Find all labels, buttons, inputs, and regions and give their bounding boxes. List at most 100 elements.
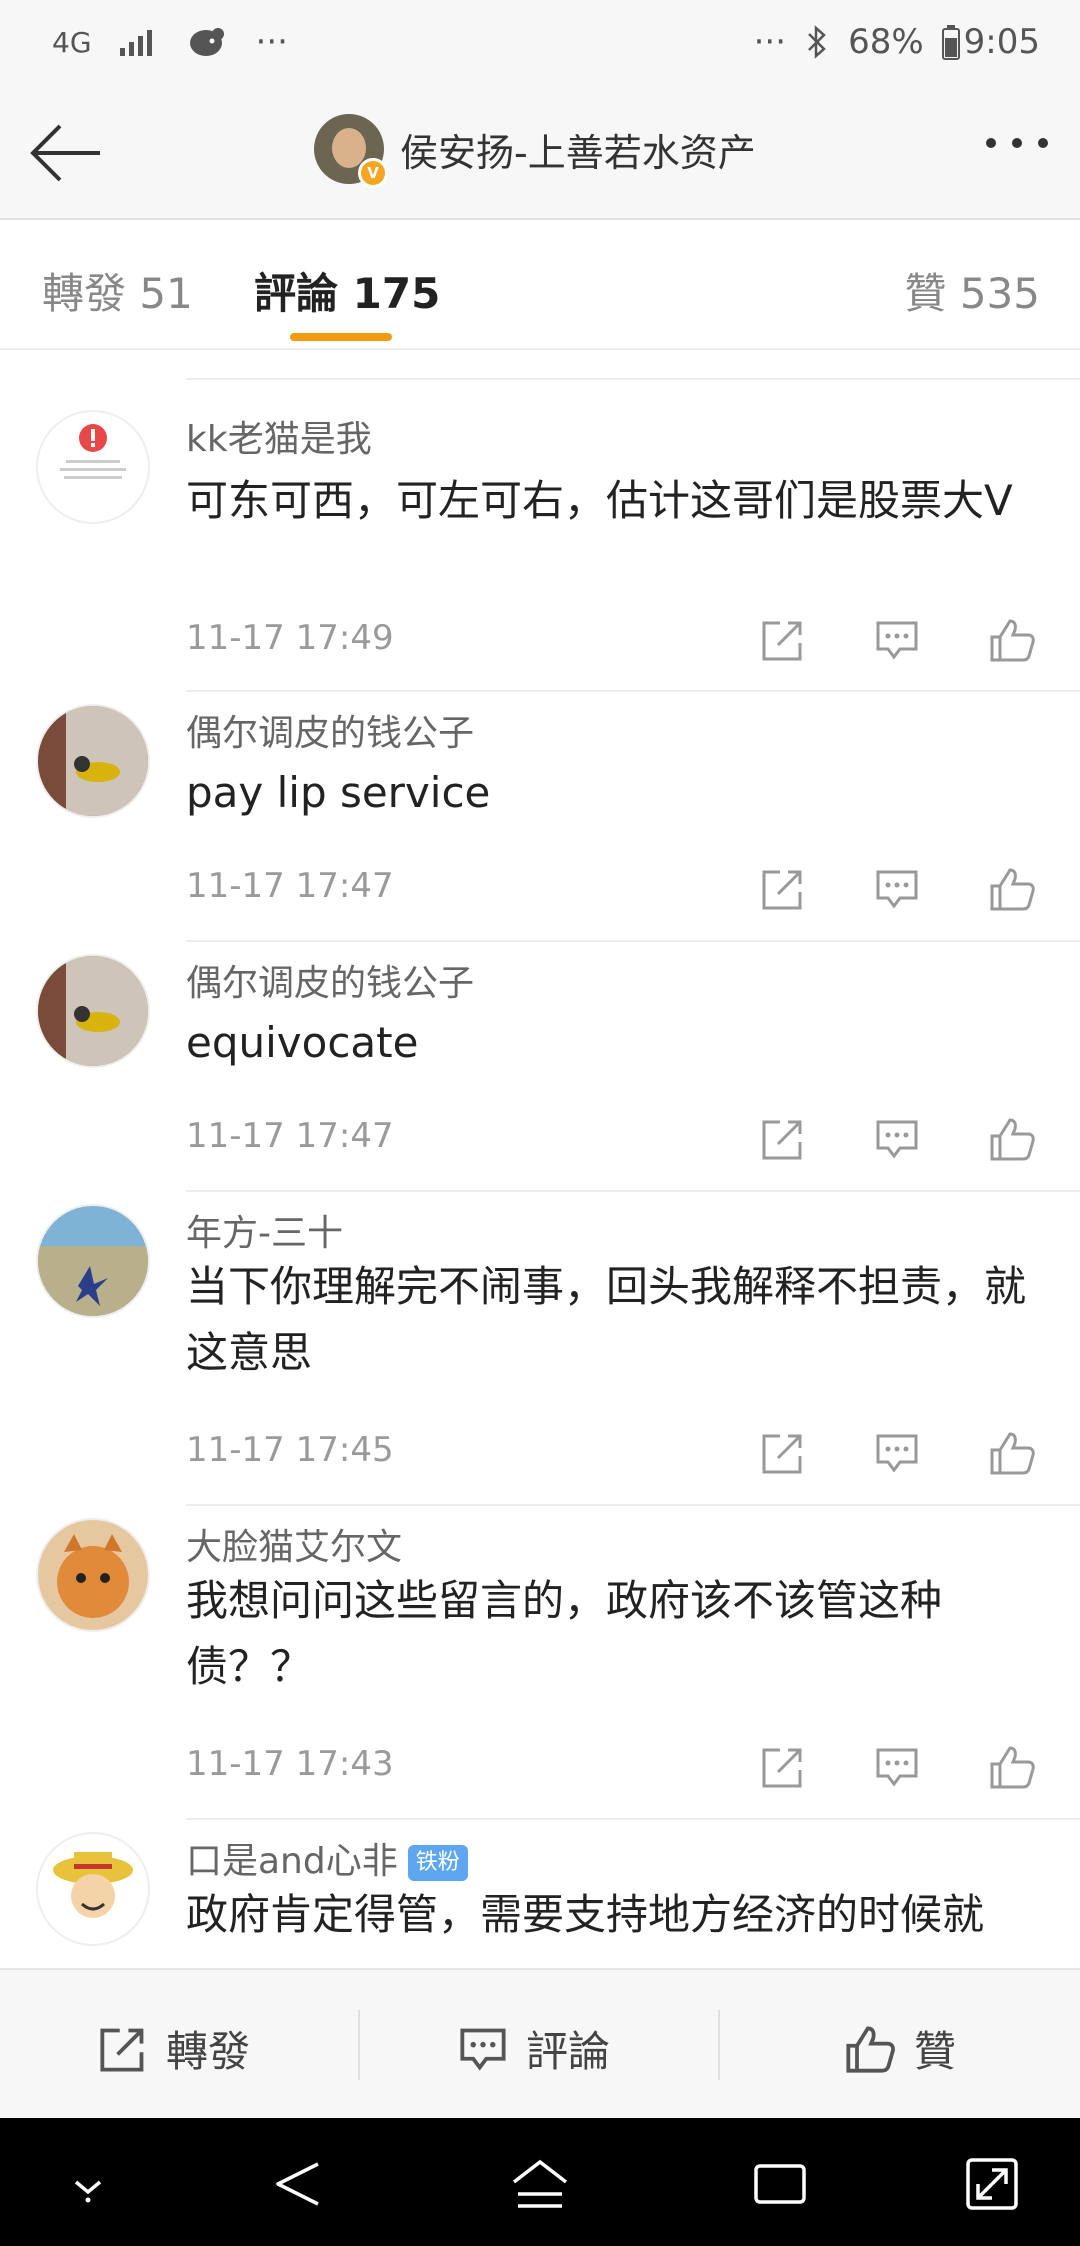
reply-button[interactable]	[874, 1744, 924, 1794]
comment-text: 我想问问这些留言的，政府该不该管这种债？？	[186, 1576, 943, 1691]
nav-recents-button[interactable]	[750, 2154, 810, 2214]
divider	[186, 1818, 1080, 1820]
user-avatar[interactable]	[36, 410, 150, 524]
comment-icon	[876, 621, 918, 660]
nav-expand-button[interactable]	[962, 2154, 1022, 2214]
recents-icon	[754, 2164, 806, 2204]
comment-username[interactable]: 大脸猫艾尔文	[186, 1518, 402, 1570]
comment-icon	[876, 1748, 918, 1787]
user-avatar[interactable]	[36, 1204, 150, 1318]
bluetooth-icon	[808, 25, 826, 59]
expand-icon	[966, 2158, 1018, 2210]
comment-icon	[876, 1434, 918, 1473]
comment-text: equivocate	[186, 1018, 419, 1067]
comment-actions	[760, 1116, 1050, 1166]
like-button[interactable]	[988, 866, 1038, 916]
like-button[interactable]	[988, 617, 1038, 667]
comment-username[interactable]: 偶尔调皮的钱公子	[186, 954, 474, 1006]
bottom-action-bar: 轉發 評論 贊	[0, 1968, 1080, 2120]
thumbs-up-icon	[990, 619, 1035, 662]
comment-icon	[460, 2028, 506, 2071]
comment-username[interactable]: 年方-三十	[186, 1204, 343, 1256]
share-icon	[762, 1120, 802, 1160]
comment-text: 政府肯定得管，需要支持地方经济的时候就	[186, 1890, 985, 1939]
comment-time: 11-17 17:45	[186, 1430, 394, 1470]
top-bar: V 侯安扬-上善若水资产	[0, 90, 1080, 220]
comment-text: pay lip service	[186, 768, 491, 817]
divider	[186, 1190, 1080, 1192]
comment-time: 11-17 17:47	[186, 866, 394, 906]
nav-home-button[interactable]	[510, 2154, 570, 2214]
warning-avatar-icon	[60, 424, 126, 479]
user-avatar[interactable]	[36, 954, 150, 1068]
share-icon	[762, 1748, 802, 1788]
nav-back-button[interactable]	[270, 2154, 330, 2214]
share-icon	[762, 621, 802, 661]
comment-username[interactable]: kk老猫是我	[186, 410, 372, 462]
clock: 9:05	[963, 22, 1040, 62]
verified-badge: V	[358, 158, 388, 188]
like-action[interactable]: 贊	[844, 2018, 956, 2079]
status-more-right: ···	[753, 22, 787, 62]
network-indicator: 4G	[52, 25, 92, 59]
divider	[186, 690, 1080, 692]
comment-username[interactable]: 偶尔调皮的钱公子	[186, 704, 474, 756]
active-tab-indicator	[290, 333, 392, 341]
chevron-down-icon	[74, 2180, 102, 2203]
home-icon	[512, 2159, 568, 2208]
comment-text: 当下你理解完不闹事，回头我解释不担责，就这意思	[186, 1262, 1027, 1377]
tab-bar: 轉發 51 評論 175 贊 535	[0, 220, 1080, 350]
thumbs-up-icon	[990, 1118, 1035, 1161]
comment-actions	[760, 1430, 1050, 1480]
signal-icon	[119, 30, 152, 56]
tab-likes[interactable]: 贊 535	[904, 260, 1040, 321]
hide-keyboard-button[interactable]	[58, 2154, 118, 2214]
repost-button[interactable]	[760, 617, 810, 667]
divider	[186, 378, 1080, 380]
like-label: 贊	[914, 2027, 957, 2076]
comment-time: 11-17 17:43	[186, 1744, 394, 1784]
repost-action[interactable]: 轉發	[98, 2018, 250, 2079]
comment-text: 可东可西，可左可右，估计这哥们是股票大V	[186, 476, 1013, 525]
reply-button[interactable]	[874, 1430, 924, 1480]
comment-actions	[760, 1744, 1050, 1794]
author-name[interactable]: 侯安扬-上善若水资产	[400, 122, 756, 177]
repost-label: 轉發	[166, 2027, 251, 2076]
comment-time: 11-17 17:47	[186, 1116, 394, 1156]
comment-icon	[876, 870, 918, 909]
reply-button[interactable]	[874, 1116, 924, 1166]
user-avatar[interactable]	[36, 1832, 150, 1946]
back-button[interactable]	[28, 118, 104, 188]
repost-button[interactable]	[760, 866, 810, 916]
user-avatar[interactable]	[36, 704, 150, 818]
repost-button[interactable]	[760, 1116, 810, 1166]
tab-comments[interactable]: 評論 175	[254, 260, 440, 321]
battery-icon	[941, 25, 960, 60]
like-button[interactable]	[988, 1744, 1038, 1794]
like-button[interactable]	[988, 1116, 1038, 1166]
comment-action[interactable]: 評論	[458, 2018, 610, 2079]
like-button[interactable]	[988, 1430, 1038, 1480]
fan-badge: 铁粉	[407, 1845, 468, 1881]
user-avatar[interactable]	[36, 1518, 150, 1632]
repost-button[interactable]	[760, 1430, 810, 1480]
system-nav-bar	[0, 2118, 1080, 2246]
share-icon	[762, 1434, 802, 1474]
thumbs-up-icon	[990, 1432, 1035, 1475]
thumbs-up-icon	[846, 2026, 895, 2073]
tab-reposts[interactable]: 轉發 51	[42, 260, 193, 321]
comment-username[interactable]: 口是and心非 铁粉	[186, 1832, 468, 1884]
thumbs-up-icon	[990, 1746, 1035, 1789]
comment-list[interactable]: kk老猫是我 可东可西，可左可右，估计这哥们是股票大V 11-17 17:49 …	[0, 350, 1080, 1968]
reply-button[interactable]	[874, 617, 924, 667]
more-options-button[interactable]	[986, 138, 1048, 148]
status-more: ···	[255, 22, 288, 62]
share-icon	[100, 2028, 144, 2072]
author-info[interactable]: V 侯安扬-上善若水资产	[314, 114, 756, 188]
thumbs-up-icon	[990, 868, 1035, 911]
comment-actions	[760, 866, 1050, 916]
back-arrow-icon	[30, 124, 100, 182]
reply-button[interactable]	[874, 866, 924, 916]
repost-button[interactable]	[760, 1744, 810, 1794]
author-avatar[interactable]: V	[314, 114, 388, 188]
